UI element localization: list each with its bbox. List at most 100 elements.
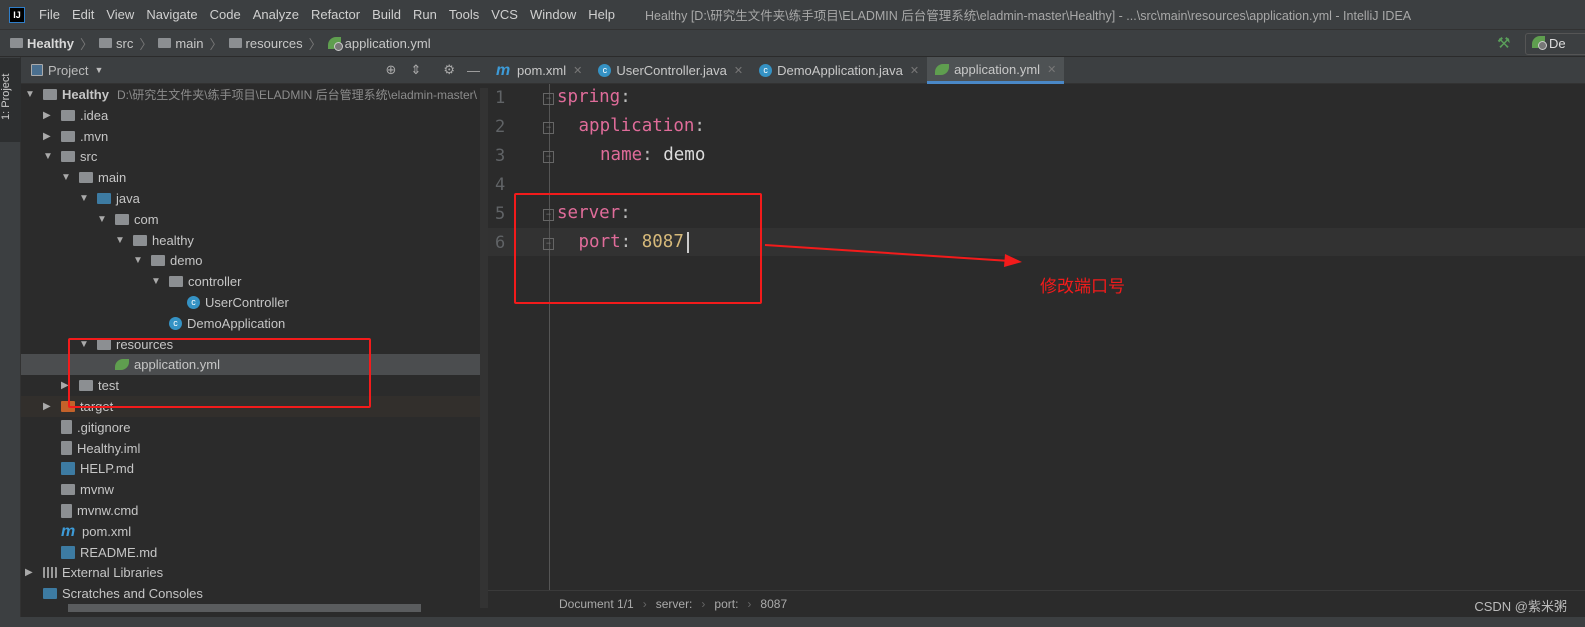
menu-navigate[interactable]: Navigate: [146, 7, 197, 22]
tree-item--gitignore[interactable]: .gitignore: [21, 417, 488, 438]
expand-arrow-down-icon[interactable]: ▼: [25, 89, 35, 100]
tree-item-label: HELP.md: [80, 461, 134, 477]
tree-item-scratches-and-consoles[interactable]: Scratches and Consoles: [21, 583, 488, 604]
tab-demoapplication-java[interactable]: c DemoApplication.java ✕: [751, 57, 927, 84]
hide-panel-icon[interactable]: —: [467, 63, 480, 78]
expand-arrow-down-icon[interactable]: ▼: [61, 172, 71, 183]
menu-file[interactable]: File: [39, 7, 60, 22]
close-tab-icon[interactable]: ✕: [734, 64, 743, 77]
project-tool-tab[interactable]: 1: Project: [0, 58, 21, 142]
menu-run[interactable]: Run: [413, 7, 437, 22]
close-tab-icon[interactable]: ✕: [910, 64, 919, 77]
menu-help[interactable]: Help: [588, 7, 615, 22]
run-configuration-select[interactable]: De: [1525, 33, 1585, 55]
tree-item-label: controller: [188, 274, 242, 290]
menu-refactor[interactable]: Refactor: [311, 7, 360, 22]
expand-arrow-down-icon[interactable]: ▼: [97, 214, 107, 225]
project-panel-header: Project ▼ ⊕ ⇕ ⚙ —: [21, 57, 488, 84]
yaml-colon: :: [694, 116, 716, 136]
tree-item-main[interactable]: ▼ main: [21, 167, 488, 188]
tree-item-label: mvnw: [80, 482, 114, 498]
tree-item-demo[interactable]: ▼ demo: [21, 250, 488, 271]
status-crumb[interactable]: Document 1/1: [559, 597, 634, 611]
close-tab-icon[interactable]: ✕: [573, 64, 582, 77]
folder-icon: [158, 38, 172, 48]
expand-arrow-down-icon[interactable]: ▼: [79, 193, 89, 204]
tree-item-label: java: [116, 191, 140, 206]
tree-item-readme-md[interactable]: README.md: [21, 542, 488, 563]
menu-edit[interactable]: Edit: [72, 7, 94, 22]
menu-code[interactable]: Code: [210, 7, 241, 22]
tree-item-label: src: [80, 149, 98, 165]
status-crumb[interactable]: server:: [656, 597, 693, 611]
class-icon: c: [598, 64, 612, 77]
fold-marker-icon[interactable]: −: [543, 93, 554, 105]
tree-item-mvnw[interactable]: mvnw: [21, 479, 488, 500]
fold-marker-icon[interactable]: −: [543, 122, 554, 134]
tree-item-external-libraries[interactable]: ▶ External Libraries: [21, 562, 488, 583]
chevron-right-icon: ›: [747, 597, 752, 611]
close-tab-icon[interactable]: ✕: [1047, 63, 1056, 76]
breadcrumb-label: resources: [245, 35, 303, 51]
expand-arrow-right-icon[interactable]: ▶: [43, 110, 53, 121]
tree-item-label: com: [134, 211, 159, 227]
breadcrumb-src[interactable]: src: [98, 36, 133, 51]
menu-tools[interactable]: Tools: [449, 7, 479, 22]
build-hammer-icon[interactable]: ⚒: [1497, 34, 1510, 52]
annotation-text: 修改端口号: [1040, 277, 1125, 296]
menu-analyze[interactable]: Analyze: [253, 7, 299, 22]
tree-item-healthy-iml[interactable]: Healthy.iml: [21, 438, 488, 459]
breadcrumb-healthy[interactable]: Healthy: [10, 36, 74, 51]
tree-item-healthy[interactable]: ▼ healthy: [21, 230, 488, 251]
chevron-down-icon[interactable]: ▼: [94, 65, 103, 75]
breadcrumb-application-yml[interactable]: application.yml: [327, 36, 431, 51]
tree-item-demoapplication[interactable]: c DemoApplication: [21, 313, 488, 334]
tree-item-com[interactable]: ▼ com: [21, 209, 488, 230]
locate-icon[interactable]: ⊕: [386, 62, 397, 78]
expand-arrow-right-icon[interactable]: ▶: [25, 567, 35, 578]
expand-arrow-down-icon[interactable]: ▼: [115, 235, 125, 246]
tab-label: application.yml: [954, 61, 1041, 77]
menu-vcs[interactable]: VCS: [491, 7, 518, 22]
tree-item-src[interactable]: ▼ src: [21, 146, 488, 167]
tree-item-usercontroller[interactable]: c UserController: [21, 292, 488, 313]
tab-usercontroller-java[interactable]: c UserController.java ✕: [590, 57, 751, 84]
expand-arrow-right-icon[interactable]: ▶: [43, 131, 53, 142]
gear-icon[interactable]: ⚙: [443, 62, 455, 78]
tab-application-yml[interactable]: application.yml ✕: [927, 57, 1065, 84]
tree-vertical-scrollbar[interactable]: [480, 88, 488, 608]
chevron-right-icon: 〉: [79, 36, 93, 52]
tab-pom-xml[interactable]: m pom.xml ✕: [488, 57, 590, 84]
file-icon: [61, 503, 72, 518]
status-crumb[interactable]: 8087: [760, 597, 787, 611]
status-crumb[interactable]: port:: [714, 597, 738, 611]
expand-arrow-down-icon[interactable]: ▼: [43, 151, 53, 162]
expand-arrow-right-icon[interactable]: ▶: [43, 401, 53, 412]
breadcrumb-main[interactable]: main: [158, 36, 204, 51]
tree-item--idea[interactable]: ▶ .idea: [21, 105, 488, 126]
expand-arrow-down-icon[interactable]: ▼: [133, 255, 143, 266]
expand-arrow-down-icon[interactable]: ▼: [151, 276, 161, 287]
highlight-box-resources: [68, 338, 371, 408]
project-view-select[interactable]: Project: [48, 63, 88, 78]
tree-item-mvnw-cmd[interactable]: mvnw.cmd: [21, 500, 488, 521]
tree-item-controller[interactable]: ▼ controller: [21, 271, 488, 292]
chevron-right-icon: 〉: [209, 36, 223, 52]
yaml-key: spring: [557, 87, 621, 107]
tree-item-label: External Libraries: [62, 565, 164, 581]
tree-item-help-md[interactable]: HELP.md: [21, 458, 488, 479]
tree-horizontal-scrollbar[interactable]: [68, 604, 421, 612]
menu-build[interactable]: Build: [372, 7, 401, 22]
tree-item-pom-xml[interactable]: m pom.xml: [21, 521, 488, 542]
tree-item--mvn[interactable]: ▶ .mvn: [21, 126, 488, 147]
tree-item-healthy[interactable]: ▼ Healthy D:\研究生文件夹\练手项目\ELADMIN 后台管理系统\el…: [21, 84, 488, 105]
chevron-right-icon: ›: [701, 597, 706, 611]
breadcrumb-resources[interactable]: resources: [228, 35, 303, 51]
menu-window[interactable]: Window: [530, 7, 576, 22]
menu-view[interactable]: View: [106, 7, 134, 22]
collapse-all-icon[interactable]: ⇕: [410, 62, 421, 78]
tree-item-label: .idea: [80, 107, 109, 123]
tree-item-java[interactable]: ▼ java: [21, 188, 488, 209]
fold-marker-icon[interactable]: −: [543, 151, 554, 163]
bottom-bar: [0, 617, 1585, 627]
